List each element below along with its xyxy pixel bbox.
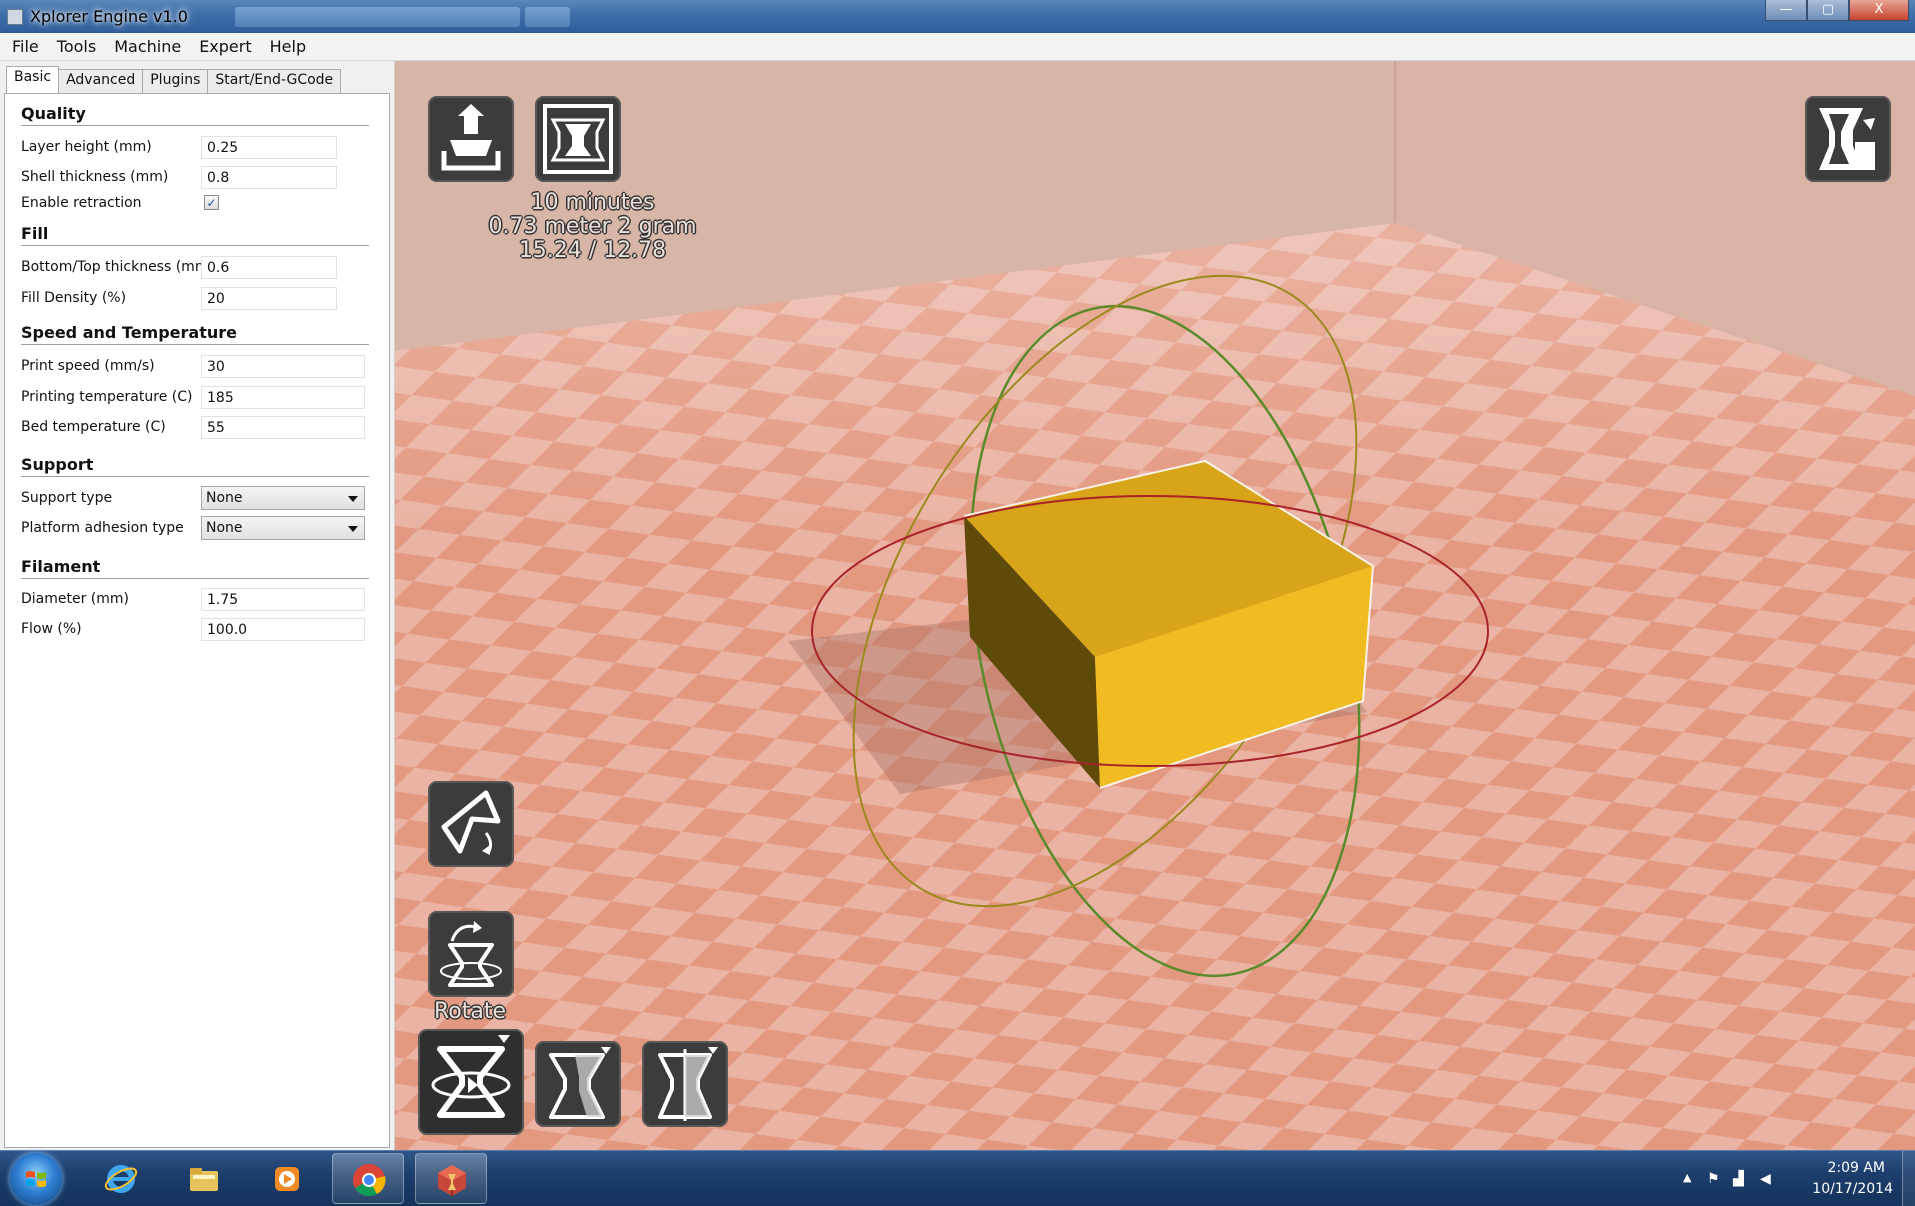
shell-thickness-input[interactable]: 0.8	[201, 166, 337, 189]
lay-flat-icon	[441, 790, 501, 855]
enable-retraction-label: Enable retraction	[21, 195, 142, 211]
model-dimensions-text: 15.24 / 12.78	[518, 238, 667, 263]
network-signal-icon[interactable]: ▟	[1733, 1171, 1744, 1187]
bottom-top-thickness-input[interactable]: 0.6	[201, 256, 337, 279]
section-fill: Fill	[21, 224, 369, 246]
support-type-select[interactable]: None	[201, 486, 365, 510]
printing-temperature-label: Printing temperature (C)	[21, 389, 193, 405]
printing-temperature-input[interactable]: 185	[201, 386, 365, 409]
chevron-down-icon	[348, 496, 358, 502]
diameter-input[interactable]: 1.75	[201, 588, 365, 611]
blurred-browser-tab	[525, 7, 570, 27]
print-speed-input[interactable]: 30	[201, 355, 365, 378]
rotate-tool-label: Rotate	[433, 999, 507, 1024]
flow-label: Flow (%)	[21, 621, 82, 637]
lay-flat-button[interactable]	[428, 781, 514, 867]
title-bar: Xplorer Engine v1.0 — ▢ X	[0, 0, 1915, 33]
platform-adhesion-label: Platform adhesion type	[21, 520, 184, 536]
clock-date[interactable]: 10/17/2014	[1812, 1181, 1893, 1197]
layer-height-input[interactable]: 0.25	[201, 136, 337, 159]
rotate-tool-button[interactable]	[418, 1029, 524, 1135]
show-desktop-button[interactable]	[1902, 1151, 1915, 1206]
maximize-button[interactable]: ▢	[1807, 0, 1849, 21]
tab-start-end-gcode[interactable]: Start/End-GCode	[207, 69, 342, 94]
shell-thickness-label: Shell thickness (mm)	[21, 169, 169, 185]
print-speed-label: Print speed (mm/s)	[21, 358, 155, 374]
taskbar-media-player[interactable]	[251, 1153, 323, 1204]
mirror-tool-button[interactable]	[642, 1041, 728, 1127]
support-type-value: None	[206, 490, 243, 506]
windows-taskbar: ▲ ⚑ ▟ ◀ 2:09 AM 10/17/2014	[0, 1150, 1915, 1206]
taskbar-xplorer-engine[interactable]	[415, 1153, 487, 1204]
section-speed-temperature: Speed and Temperature	[21, 323, 369, 345]
bed-temperature-label: Bed temperature (C)	[21, 419, 166, 435]
menu-tools[interactable]: Tools	[48, 33, 105, 60]
window-title: Xplorer Engine v1.0	[30, 7, 188, 26]
settings-tabs: Basic Advanced Plugins Start/End-GCode	[6, 66, 342, 96]
app-icon	[7, 9, 23, 25]
tab-basic[interactable]: Basic	[6, 66, 60, 96]
menu-file[interactable]: File	[0, 33, 48, 60]
section-filament: Filament	[21, 557, 369, 579]
chrome-icon	[353, 1164, 386, 1197]
taskbar-chrome[interactable]	[332, 1153, 404, 1204]
support-type-label: Support type	[21, 490, 113, 506]
reset-rotation-icon	[440, 921, 502, 987]
load-model-icon	[441, 104, 501, 171]
save-toolpath-icon	[543, 104, 613, 174]
file-explorer-icon	[190, 1168, 218, 1191]
tab-plugins[interactable]: Plugins	[142, 69, 209, 94]
view-mode-button[interactable]	[1805, 96, 1891, 182]
section-quality: Quality	[21, 104, 369, 126]
diameter-label: Diameter (mm)	[21, 591, 130, 607]
menu-expert[interactable]: Expert	[190, 33, 260, 60]
media-player-icon	[275, 1167, 299, 1191]
blurred-browser-tab	[235, 7, 520, 27]
system-tray: ▲ ⚑ ▟ ◀ 2:09 AM 10/17/2014	[1655, 1151, 1915, 1206]
load-model-button[interactable]	[428, 96, 514, 182]
clock-time[interactable]: 2:09 AM	[1827, 1160, 1885, 1176]
fill-density-label: Fill Density (%)	[21, 290, 127, 306]
menu-help[interactable]: Help	[261, 33, 315, 60]
action-center-flag-icon[interactable]: ⚑	[1707, 1171, 1720, 1187]
taskbar-internet-explorer[interactable]	[85, 1153, 157, 1204]
scale-tool-button[interactable]	[535, 1041, 621, 1127]
window-controls: — ▢ X	[1765, 0, 1909, 22]
taskbar-file-explorer[interactable]	[168, 1153, 240, 1204]
bed-temperature-input[interactable]: 55	[201, 416, 365, 439]
material-usage-text: 0.73 meter 2 gram	[488, 214, 697, 239]
scale-tool-icon	[549, 1047, 611, 1119]
chevron-down-icon	[348, 526, 358, 532]
menu-bar: File Tools Machine Expert Help	[0, 33, 1915, 61]
bottom-top-thickness-label: Bottom/Top thickness (mm)	[21, 259, 214, 275]
print-time-text: 10 minutes	[530, 190, 655, 215]
settings-panel: Basic Advanced Plugins Start/End-GCode Q…	[0, 61, 395, 1150]
windows-logo-icon	[26, 1171, 46, 1187]
3d-viewport[interactable]: 10 minutes 0.73 meter 2 gram 15.24 / 12.…	[395, 61, 1915, 1150]
show-hidden-icons-icon[interactable]: ▲	[1683, 1171, 1691, 1184]
start-button[interactable]	[10, 1153, 62, 1205]
volume-icon[interactable]: ◀	[1760, 1171, 1771, 1187]
tab-advanced[interactable]: Advanced	[58, 69, 144, 94]
mirror-tool-icon	[658, 1047, 718, 1121]
section-support: Support	[21, 455, 369, 477]
rotate-tool-icon	[431, 1035, 511, 1118]
enable-retraction-checkbox[interactable]: ✓	[204, 195, 219, 210]
platform-adhesion-value: None	[206, 520, 243, 536]
view-mode-icon	[1819, 108, 1875, 170]
close-button[interactable]: X	[1849, 0, 1909, 21]
flow-input[interactable]: 100.0	[201, 618, 365, 641]
minimize-button[interactable]: —	[1765, 0, 1807, 21]
save-toolpath-button[interactable]	[535, 96, 621, 182]
xplorer-engine-icon	[438, 1165, 466, 1196]
layer-height-label: Layer height (mm)	[21, 139, 152, 155]
reset-rotation-button[interactable]	[428, 911, 514, 997]
platform-adhesion-select[interactable]: None	[201, 516, 365, 540]
basic-settings-page: Quality Layer height (mm) 0.25 Shell thi…	[4, 93, 390, 1148]
internet-explorer-icon	[104, 1165, 138, 1193]
fill-density-input[interactable]: 20	[201, 287, 337, 310]
menu-machine[interactable]: Machine	[105, 33, 190, 60]
